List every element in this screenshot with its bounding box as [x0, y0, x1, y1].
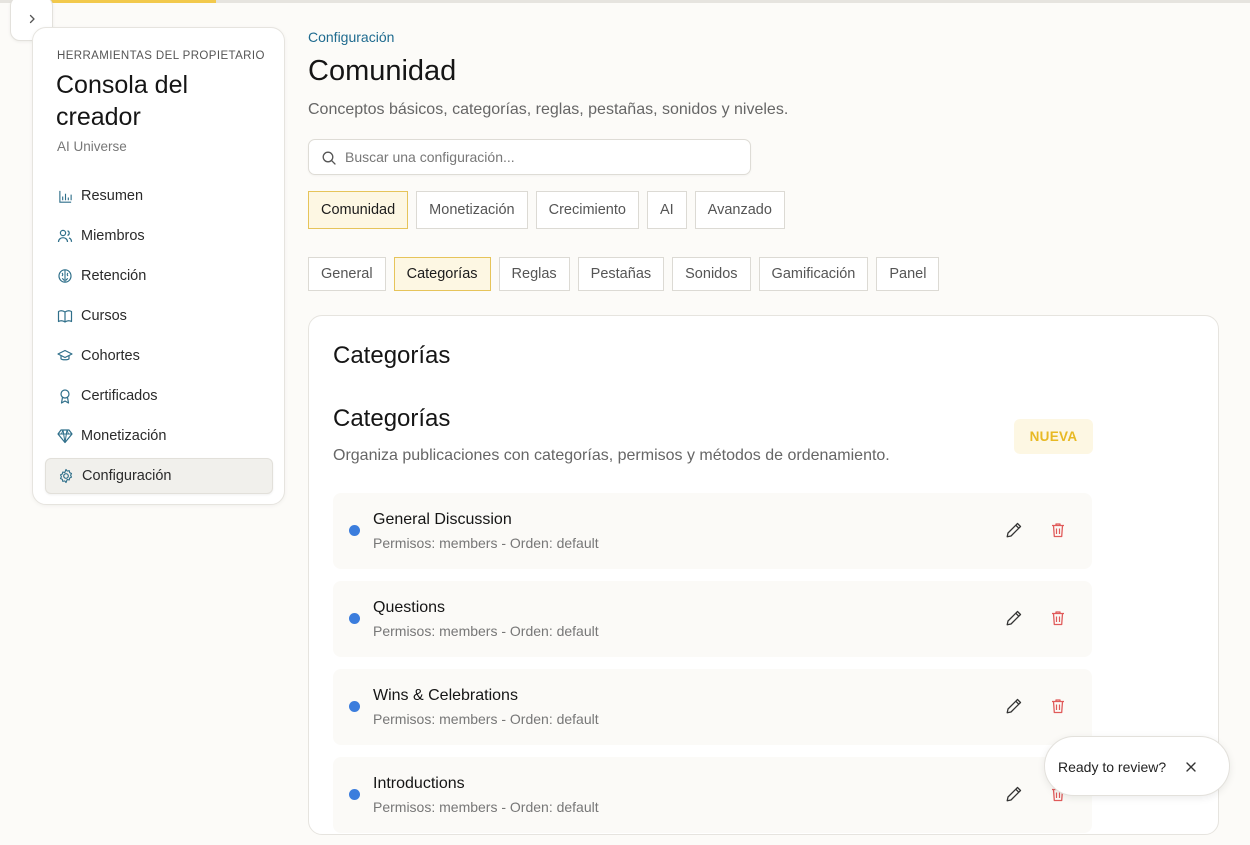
- subtab-sonidos[interactable]: Sonidos: [672, 257, 751, 291]
- tab-comunidad[interactable]: Comunidad: [308, 191, 409, 229]
- category-meta: Permisos: members - Orden: default: [373, 623, 599, 639]
- sidebar-item-monetizacion[interactable]: Monetización: [45, 418, 273, 454]
- category-color-dot: [349, 701, 360, 712]
- sidebar-item-label: Cohortes: [81, 348, 140, 364]
- list-item: General Discussion Permisos: members - O…: [333, 493, 1092, 569]
- category-list: General Discussion Permisos: members - O…: [333, 493, 1092, 845]
- secondary-tabs: General Categorías Reglas Pestañas Sonid…: [308, 257, 947, 291]
- section-title: Categorías: [333, 405, 451, 432]
- list-item: Wins & Celebrations Permisos: members - …: [333, 669, 1092, 745]
- chevron-right-icon: [29, 14, 35, 23]
- top-progress-accent: [40, 0, 216, 3]
- page-title: Comunidad: [308, 55, 457, 87]
- award-icon: [57, 388, 73, 404]
- sidebar-item-certificados[interactable]: Certificados: [45, 378, 273, 414]
- edit-pencil-icon[interactable]: [1005, 697, 1023, 715]
- sidebar-item-cursos[interactable]: Cursos: [45, 298, 273, 334]
- category-color-dot: [349, 525, 360, 536]
- subtab-reglas[interactable]: Reglas: [498, 257, 570, 291]
- review-toast[interactable]: Ready to review?: [1044, 736, 1230, 796]
- gear-icon: [58, 468, 74, 484]
- tab-monetizacion[interactable]: Monetización: [416, 191, 528, 229]
- sidebar-item-label: Configuración: [82, 468, 172, 484]
- edit-pencil-icon[interactable]: [1005, 521, 1023, 539]
- book-icon: [57, 308, 73, 324]
- edit-pencil-icon[interactable]: [1005, 609, 1023, 627]
- category-name: Introductions: [373, 775, 465, 792]
- search-icon: [322, 151, 336, 165]
- category-color-dot: [349, 613, 360, 624]
- sidebar-nav: Resumen Miembros Retención Cursos Cohort…: [45, 178, 273, 498]
- list-item: Questions Permisos: members - Orden: def…: [333, 581, 1092, 657]
- category-meta: Permisos: members - Orden: default: [373, 535, 599, 551]
- sidebar-item-label: Certificados: [81, 388, 158, 404]
- category-name: Wins & Celebrations: [373, 687, 518, 704]
- new-category-button[interactable]: NUEVA: [1014, 419, 1093, 454]
- search-box: [308, 139, 751, 175]
- sidebar: HERRAMIENTAS DEL PROPIETARIO Consola del…: [32, 27, 285, 505]
- graduation-cap-icon: [57, 348, 73, 364]
- sidebar-item-label: Cursos: [81, 308, 127, 324]
- search-input[interactable]: [345, 140, 745, 174]
- edit-pencil-icon[interactable]: [1005, 785, 1023, 803]
- tab-ai[interactable]: AI: [646, 191, 687, 229]
- sidebar-item-resumen[interactable]: Resumen: [45, 178, 273, 214]
- users-icon: [57, 228, 73, 244]
- bar-chart-icon: [57, 188, 73, 204]
- tab-avanzado[interactable]: Avanzado: [694, 191, 785, 229]
- close-icon[interactable]: [1183, 759, 1199, 775]
- category-color-dot: [349, 789, 360, 800]
- page-subtitle: Conceptos básicos, categorías, reglas, p…: [308, 101, 789, 118]
- subtab-categorias[interactable]: Categorías: [393, 257, 491, 291]
- category-name: General Discussion: [373, 511, 512, 528]
- section-description: Organiza publicaciones con categorías, p…: [333, 447, 890, 464]
- card-title: Categorías: [333, 342, 451, 369]
- category-name: Questions: [373, 599, 446, 616]
- gem-icon: [57, 428, 73, 444]
- subtab-pestanas[interactable]: Pestañas: [577, 257, 665, 291]
- sidebar-item-miembros[interactable]: Miembros: [45, 218, 273, 254]
- category-meta: Permisos: members - Orden: default: [373, 799, 599, 815]
- category-meta: Permisos: members - Orden: default: [373, 711, 599, 727]
- subtab-panel[interactable]: Panel: [876, 257, 940, 291]
- breadcrumb[interactable]: Configuración: [308, 29, 394, 45]
- subtab-general[interactable]: General: [308, 257, 386, 291]
- toast-text: Ready to review?: [1058, 759, 1167, 775]
- sidebar-item-label: Monetización: [81, 428, 167, 444]
- sidebar-item-cohortes[interactable]: Cohortes: [45, 338, 273, 374]
- trash-icon[interactable]: [1049, 609, 1067, 627]
- trash-icon[interactable]: [1049, 697, 1067, 715]
- sidebar-item-label: Resumen: [81, 188, 144, 204]
- subtab-gamificacion[interactable]: Gamificación: [758, 257, 869, 291]
- sidebar-kicker: HERRAMIENTAS DEL PROPIETARIO: [57, 50, 265, 62]
- tab-crecimiento[interactable]: Crecimiento: [535, 191, 639, 229]
- sidebar-item-label: Retención: [81, 268, 147, 284]
- primary-tabs: Comunidad Monetización Crecimiento AI Av…: [308, 191, 793, 229]
- sidebar-title: Consola del creador: [56, 71, 189, 131]
- list-item: Introductions Permisos: members - Orden:…: [333, 757, 1092, 833]
- brain-icon: [57, 268, 73, 284]
- sidebar-item-retencion[interactable]: Retención: [45, 258, 273, 294]
- sidebar-subtitle: AI Universe: [57, 139, 127, 154]
- trash-icon[interactable]: [1049, 521, 1067, 539]
- sidebar-item-configuracion[interactable]: Configuración: [45, 458, 273, 494]
- sidebar-item-label: Miembros: [81, 228, 145, 244]
